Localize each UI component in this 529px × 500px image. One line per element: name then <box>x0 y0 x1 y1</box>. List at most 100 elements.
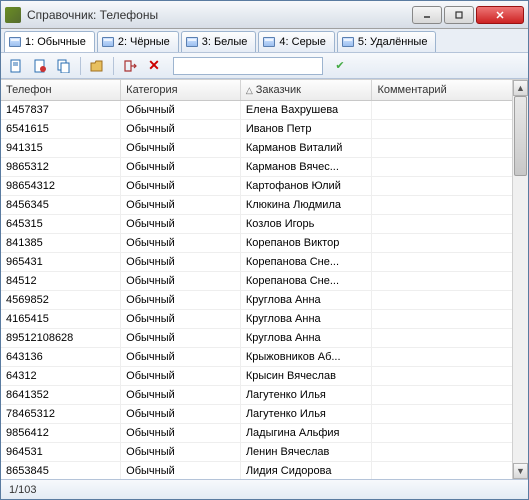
window-controls <box>412 6 524 24</box>
cell-category: Обычный <box>121 347 241 366</box>
export-button[interactable] <box>119 56 141 76</box>
scroll-up-button[interactable]: ▲ <box>513 80 528 96</box>
table-row[interactable]: 64312ОбычныйКрысин Вячеслав <box>1 366 528 385</box>
table-row[interactable]: 9865312ОбычныйКарманов Вячес... <box>1 157 528 176</box>
cell-comment <box>372 423 528 442</box>
cell-phone: 1457837 <box>1 100 121 119</box>
cell-category: Обычный <box>121 100 241 119</box>
delete-button[interactable]: ✕ <box>143 56 165 76</box>
table-row[interactable]: 8653845ОбычныйЛидия Сидорова <box>1 461 528 479</box>
cell-phone: 84512 <box>1 271 121 290</box>
cell-customer: Корепанова Сне... <box>240 271 372 290</box>
cell-comment <box>372 233 528 252</box>
cell-phone: 965431 <box>1 252 121 271</box>
cell-category: Обычный <box>121 195 241 214</box>
column-header-customer[interactable]: △Заказчик <box>240 80 372 100</box>
sort-asc-icon: △ <box>246 85 253 95</box>
cell-comment <box>372 176 528 195</box>
cell-customer: Картофанов Юлий <box>240 176 372 195</box>
vertical-scrollbar: ▲ ▼ <box>512 80 528 479</box>
search-input[interactable] <box>173 57 323 75</box>
cell-phone: 645315 <box>1 214 121 233</box>
new-record-button[interactable] <box>5 56 27 76</box>
cell-customer: Козлов Игорь <box>240 214 372 233</box>
cell-phone: 8641352 <box>1 385 121 404</box>
cell-comment <box>372 100 528 119</box>
tab-2[interactable]: 3: Белые <box>181 31 257 52</box>
cell-customer: Клюкина Людмила <box>240 195 372 214</box>
cell-category: Обычный <box>121 271 241 290</box>
cell-customer: Круглова Анна <box>240 309 372 328</box>
cell-customer: Иванов Петр <box>240 119 372 138</box>
tab-icon <box>9 37 21 47</box>
cell-category: Обычный <box>121 461 241 479</box>
table-row[interactable]: 8641352ОбычныйЛагутенко Илья <box>1 385 528 404</box>
table-row[interactable]: 84512ОбычныйКорепанова Сне... <box>1 271 528 290</box>
table-row[interactable]: 841385ОбычныйКорепанов Виктор <box>1 233 528 252</box>
tab-label: 4: Серые <box>279 36 325 48</box>
table-row[interactable]: 964531ОбычныйЛенин Вячеслав <box>1 442 528 461</box>
cell-comment <box>372 271 528 290</box>
table-row[interactable]: 98654312ОбычныйКартофанов Юлий <box>1 176 528 195</box>
table-row[interactable]: 645315ОбычныйКозлов Игорь <box>1 214 528 233</box>
cell-comment <box>372 366 528 385</box>
tab-icon <box>263 37 275 47</box>
cell-phone: 78465312 <box>1 404 121 423</box>
cell-phone: 9856412 <box>1 423 121 442</box>
cell-customer: Елена Вахрушева <box>240 100 372 119</box>
column-header-phone[interactable]: Телефон <box>1 80 121 100</box>
tab-label: 2: Чёрные <box>118 36 170 48</box>
cell-comment <box>372 252 528 271</box>
tab-1[interactable]: 2: Чёрные <box>97 31 179 52</box>
column-header-comment[interactable]: Комментарий <box>372 80 528 100</box>
table-row[interactable]: 965431ОбычныйКорепанова Сне... <box>1 252 528 271</box>
cell-comment <box>372 442 528 461</box>
header-label: Телефон <box>6 84 52 96</box>
cell-phone: 98654312 <box>1 176 121 195</box>
cell-comment <box>372 138 528 157</box>
tab-0[interactable]: 1: Обычные <box>4 31 95 52</box>
cell-phone: 941315 <box>1 138 121 157</box>
cell-category: Обычный <box>121 157 241 176</box>
cell-phone: 964531 <box>1 442 121 461</box>
table-row[interactable]: 89512108628ОбычныйКруглова Анна <box>1 328 528 347</box>
table-row[interactable]: 4569852ОбычныйКруглова Анна <box>1 290 528 309</box>
record-position: 1/103 <box>9 484 37 496</box>
cell-customer: Лагутенко Илья <box>240 385 372 404</box>
scroll-down-button[interactable]: ▼ <box>513 463 528 479</box>
copy-record-button[interactable] <box>53 56 75 76</box>
separator <box>80 57 81 75</box>
tab-icon <box>102 37 114 47</box>
table-row[interactable]: 643136ОбычныйКрыжовников Аб... <box>1 347 528 366</box>
cell-category: Обычный <box>121 423 241 442</box>
cell-category: Обычный <box>121 119 241 138</box>
table-row[interactable]: 9856412ОбычныйЛадыгина Альфия <box>1 423 528 442</box>
scroll-track[interactable] <box>513 96 528 463</box>
column-header-category[interactable]: Категория <box>121 80 241 100</box>
table-row[interactable]: 8456345ОбычныйКлюкина Людмила <box>1 195 528 214</box>
cell-customer: Корепанова Сне... <box>240 252 372 271</box>
close-button[interactable] <box>476 6 524 24</box>
cell-comment <box>372 290 528 309</box>
cell-phone: 4165415 <box>1 309 121 328</box>
table-row[interactable]: 1457837ОбычныйЕлена Вахрушева <box>1 100 528 119</box>
table-row[interactable]: 4165415ОбычныйКруглова Анна <box>1 309 528 328</box>
table-row[interactable]: 941315ОбычныйКарманов Виталий <box>1 138 528 157</box>
scroll-thumb[interactable] <box>514 96 527 176</box>
table-row[interactable]: 6541615ОбычныйИванов Петр <box>1 119 528 138</box>
tab-bar: 1: Обычные 2: Чёрные 3: Белые 4: Серые 5: Уд… <box>1 29 528 53</box>
open-folder-button[interactable] <box>86 56 108 76</box>
maximize-button[interactable] <box>444 6 474 24</box>
minimize-button[interactable] <box>412 6 442 24</box>
cell-customer: Лагутенко Илья <box>240 404 372 423</box>
table-row[interactable]: 78465312ОбычныйЛагутенко Илья <box>1 404 528 423</box>
cell-phone: 64312 <box>1 366 121 385</box>
apply-filter-button[interactable]: ✔ <box>331 57 349 75</box>
edit-record-button[interactable] <box>29 56 51 76</box>
cell-comment <box>372 347 528 366</box>
tab-label: 5: Удалённые <box>358 36 428 48</box>
tab-4[interactable]: 5: Удалённые <box>337 31 437 52</box>
cell-category: Обычный <box>121 290 241 309</box>
tab-3[interactable]: 4: Серые <box>258 31 334 52</box>
cell-phone: 89512108628 <box>1 328 121 347</box>
